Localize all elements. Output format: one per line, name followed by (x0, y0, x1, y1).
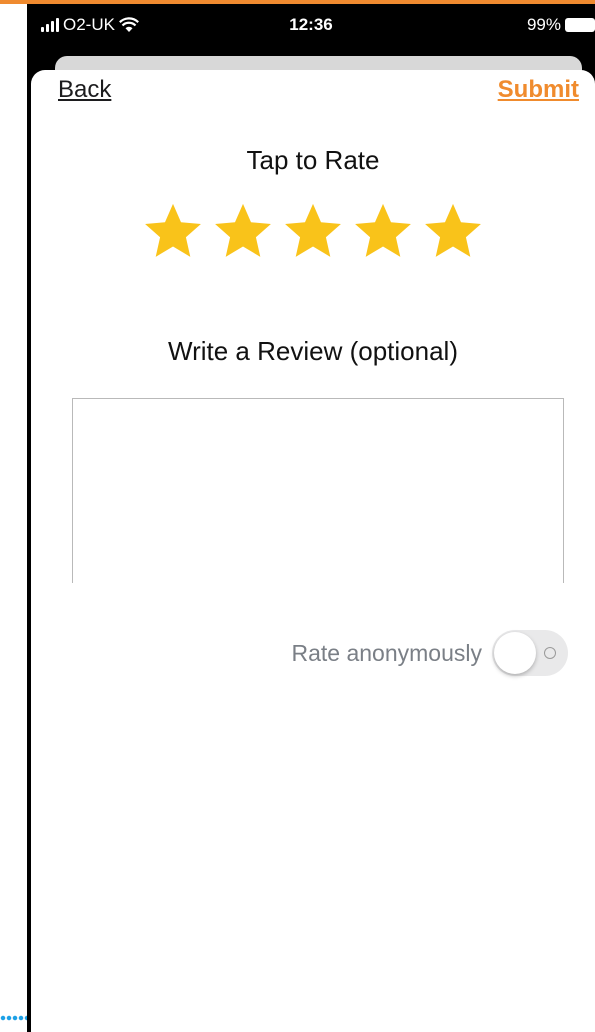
dotted-indicator (0, 1015, 28, 1021)
toggle-off-indicator-icon (544, 647, 556, 659)
toggle-knob (494, 632, 536, 674)
back-button[interactable]: Back (58, 76, 111, 104)
review-textarea[interactable] (72, 398, 564, 583)
review-title: Write a Review (optional) (168, 336, 458, 366)
left-margin (0, 0, 27, 1032)
star-3-icon[interactable] (282, 200, 344, 262)
star-4-icon[interactable] (352, 200, 414, 262)
star-2-icon[interactable] (212, 200, 274, 262)
status-right: 99% (527, 15, 595, 35)
star-rating[interactable] (31, 200, 595, 262)
battery-percent: 99% (526, 15, 561, 34)
anonymous-label: Rate anonymously (291, 639, 483, 666)
rate-title: Tap to Rate (246, 145, 380, 175)
rating-sheet: Back Submit Tap to Rate Write a Review (… (31, 70, 595, 1032)
star-1-icon[interactable] (142, 200, 204, 262)
submit-button[interactable]: Submit (498, 76, 579, 104)
battery-icon (565, 18, 595, 32)
anonymous-row: Rate anonymously (291, 630, 568, 676)
status-time: 12:36 (289, 15, 333, 34)
status-bar: O2-UK 12:36 99% (27, 4, 595, 52)
star-5-icon[interactable] (422, 200, 484, 262)
anonymous-toggle[interactable] (492, 630, 568, 676)
